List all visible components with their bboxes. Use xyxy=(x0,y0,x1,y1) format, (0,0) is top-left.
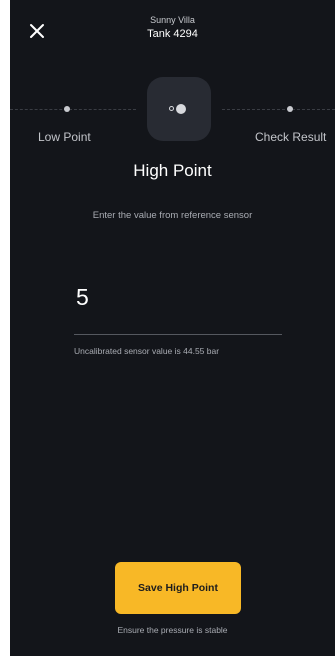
instruction-text: Enter the value from reference sensor xyxy=(92,210,253,221)
step-label-check-result: Check Result xyxy=(255,130,327,144)
step-indicator-dot-large xyxy=(176,104,186,114)
stepper-line-left xyxy=(10,109,136,110)
site-name: Sunny Villa xyxy=(150,15,195,25)
input-underline xyxy=(74,334,282,335)
step-label-low-point: Low Point xyxy=(38,130,91,144)
calibration-screen: Sunny Villa Tank 4294 Low Point Check Re… xyxy=(10,0,335,656)
stepper-line-right xyxy=(222,109,335,110)
step-indicator-dot-small xyxy=(169,106,174,111)
uncalibrated-value-text: Uncalibrated sensor value is 44.55 bar xyxy=(74,346,220,356)
step-indicator-high-point xyxy=(147,77,211,141)
save-high-point-button[interactable]: Save High Point xyxy=(115,562,241,614)
stability-note: Ensure the pressure is stable xyxy=(117,625,228,635)
header: Sunny Villa Tank 4294 xyxy=(10,14,335,42)
tank-name: Tank 4294 xyxy=(147,28,198,40)
step-dot-low-point xyxy=(64,106,70,112)
reference-value-input[interactable] xyxy=(74,280,284,314)
page-title: High Point xyxy=(133,161,212,180)
step-dot-check-result xyxy=(287,106,293,112)
